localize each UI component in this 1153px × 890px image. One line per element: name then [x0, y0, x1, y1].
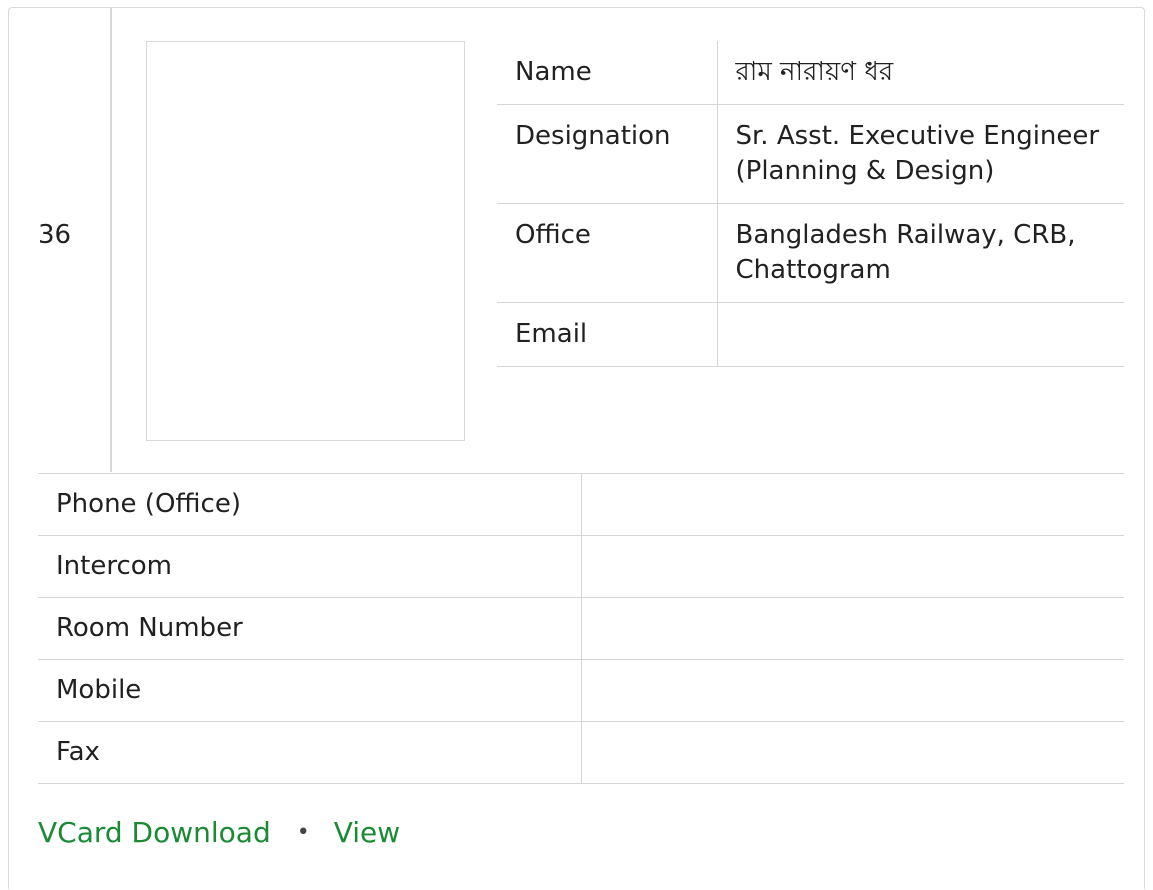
email-row: Email [497, 302, 1124, 367]
name-value: রাম নারায়ণ ধর [716, 41, 1124, 105]
card-links: VCard Download • View [38, 816, 400, 849]
intercom-label: Intercom [38, 535, 582, 598]
designation-value: Sr. Asst. Executive Engineer (Planning &… [716, 104, 1124, 204]
office-value: Bangladesh Railway, CRB, Chattogram [716, 203, 1124, 303]
view-link[interactable]: View [334, 816, 400, 849]
vcard-download-link[interactable]: VCard Download [38, 816, 271, 849]
intercom-value [580, 535, 1124, 598]
email-value[interactable] [716, 302, 1124, 367]
office-label: Office [497, 203, 718, 303]
office-row: Office Bangladesh Railway, CRB, Chattogr… [497, 203, 1124, 303]
fax-value [580, 721, 1124, 784]
employee-info-table: Name রাম নারায়ণ ধর Designation Sr. Asst… [497, 41, 1124, 367]
serial-column-divider [110, 8, 112, 472]
contact-table: Phone (Office) Intercom Room Number Mobi… [38, 473, 1124, 784]
mobile-label: Mobile [38, 659, 582, 722]
table-row: Fax [38, 721, 1124, 784]
designation-label: Designation [497, 104, 718, 204]
email-label: Email [497, 302, 718, 367]
serial-number: 36 [38, 220, 72, 250]
room-number-value [580, 597, 1124, 660]
table-row: Room Number [38, 597, 1124, 660]
table-row: Mobile [38, 659, 1124, 722]
name-label: Name [497, 41, 718, 105]
mobile-value [580, 659, 1124, 722]
link-separator: • [296, 820, 310, 845]
table-row: Phone (Office) [38, 473, 1124, 536]
fax-label: Fax [38, 721, 582, 784]
designation-row: Designation Sr. Asst. Executive Engineer… [497, 104, 1124, 204]
phone-office-value [580, 473, 1124, 536]
phone-office-label: Phone (Office) [38, 473, 582, 536]
name-row: Name রাম নারায়ণ ধর [497, 41, 1124, 105]
table-row: Intercom [38, 535, 1124, 598]
employee-photo [146, 41, 465, 441]
room-number-label: Room Number [38, 597, 582, 660]
